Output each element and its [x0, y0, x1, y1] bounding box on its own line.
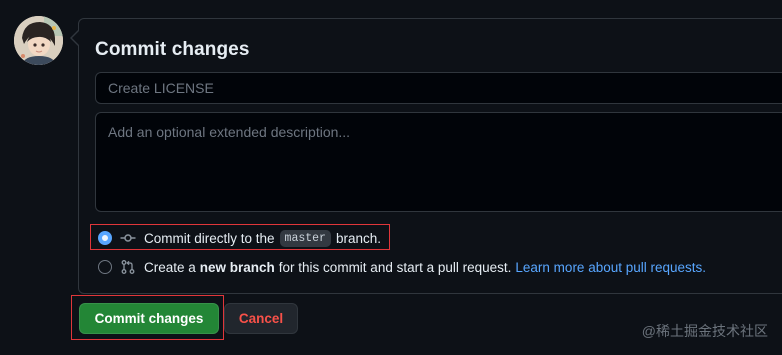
new-branch-suffix: for this commit and start a pull request… [278, 259, 512, 275]
option-new-branch[interactable]: Create a new branch for this commit and … [98, 258, 706, 276]
option-commit-directly[interactable]: Commit directly to the master branch. [98, 229, 381, 247]
learn-more-pull-requests-link[interactable]: Learn more about pull requests. [515, 260, 706, 275]
user-avatar[interactable] [14, 16, 63, 65]
commit-directly-radio[interactable] [98, 231, 112, 245]
commit-page: Commit changes Commit directly to the ma… [0, 0, 782, 355]
commit-summary-input[interactable] [95, 72, 782, 104]
commit-directly-suffix: branch. [335, 230, 381, 246]
panel-pointer-fill [71, 31, 79, 45]
git-pull-request-icon [120, 259, 136, 275]
new-branch-prefix: Create a [144, 259, 196, 275]
watermark-text: @稀土掘金技术社区 [641, 323, 768, 339]
branch-name-code: master [279, 229, 331, 247]
commit-description-textarea[interactable] [95, 112, 782, 212]
commit-changes-button[interactable]: Commit changes [79, 303, 219, 334]
new-branch-radio[interactable] [98, 260, 112, 274]
git-commit-icon [120, 230, 136, 246]
commit-form-title: Commit changes [95, 39, 250, 60]
commit-directly-label: Commit directly to the [144, 230, 275, 246]
avatar-image [14, 16, 63, 65]
new-branch-bold: new branch [199, 259, 275, 275]
cancel-button[interactable]: Cancel [224, 303, 298, 334]
